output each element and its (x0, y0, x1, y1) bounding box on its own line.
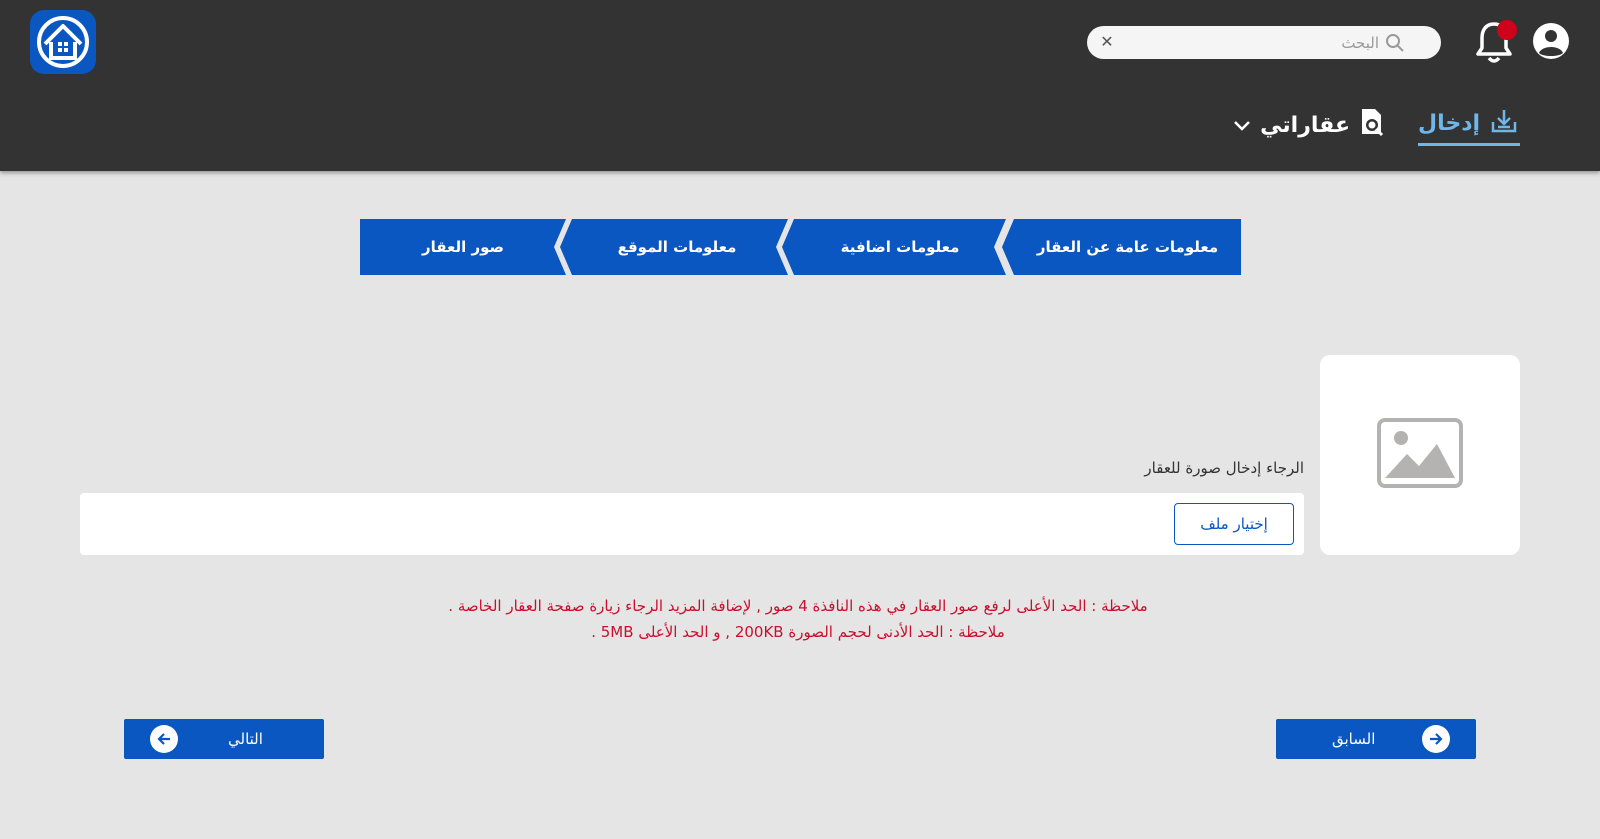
step-location-info[interactable]: معلومات الموقع (572, 219, 782, 275)
user-avatar-icon[interactable] (1532, 22, 1570, 60)
next-button[interactable]: التالي (124, 719, 324, 759)
file-upload-field[interactable] (80, 493, 1304, 555)
step-general-info[interactable]: معلومات عامة عن العقار (1014, 219, 1241, 275)
nav-my-properties-tab[interactable]: عقاراتي (1234, 104, 1386, 146)
previous-button[interactable]: السابق (1276, 719, 1476, 759)
previous-button-label: السابق (1332, 730, 1376, 748)
nav-my-properties-label: عقاراتي (1260, 112, 1350, 138)
top-header: ✕ إدخال عقاراتي (0, 0, 1600, 171)
home-logo-icon[interactable] (30, 10, 96, 74)
step-additional-info[interactable]: معلومات اضافية (794, 219, 1006, 275)
search-bar: ✕ (1087, 26, 1441, 59)
step-property-images[interactable]: صور العقار (360, 219, 566, 275)
chevron-down-icon[interactable] (1232, 113, 1252, 138)
search-input[interactable] (1123, 26, 1379, 59)
arrow-left-icon (150, 725, 178, 753)
notification-badge (1497, 20, 1517, 40)
image-preview (1320, 355, 1520, 555)
nav-enter-label: إدخال (1418, 111, 1481, 136)
arrow-right-icon (1422, 725, 1450, 753)
choose-file-button[interactable]: إختيار ملف (1174, 503, 1294, 545)
document-search-icon (1358, 107, 1386, 143)
note-max-images: ملاحظة : الحد الأعلى لرفع صور العقار في … (448, 597, 1148, 615)
clear-search-icon[interactable]: ✕ (1097, 32, 1117, 52)
upload-label: الرجاء إدخال صورة للعقار (1144, 459, 1304, 477)
next-button-label: التالي (228, 730, 263, 748)
nav-enter-tab[interactable]: إدخال (1418, 104, 1520, 146)
download-tray-icon (1490, 107, 1518, 141)
search-icon (1385, 33, 1405, 53)
note-size-limits: ملاحظة : الحد الأدنى لحجم الصورة 200KB ,… (591, 623, 1005, 641)
image-placeholder-icon (1377, 418, 1463, 492)
wizard-steps: معلومات عامة عن العقار معلومات اضافية مع… (360, 219, 1241, 275)
